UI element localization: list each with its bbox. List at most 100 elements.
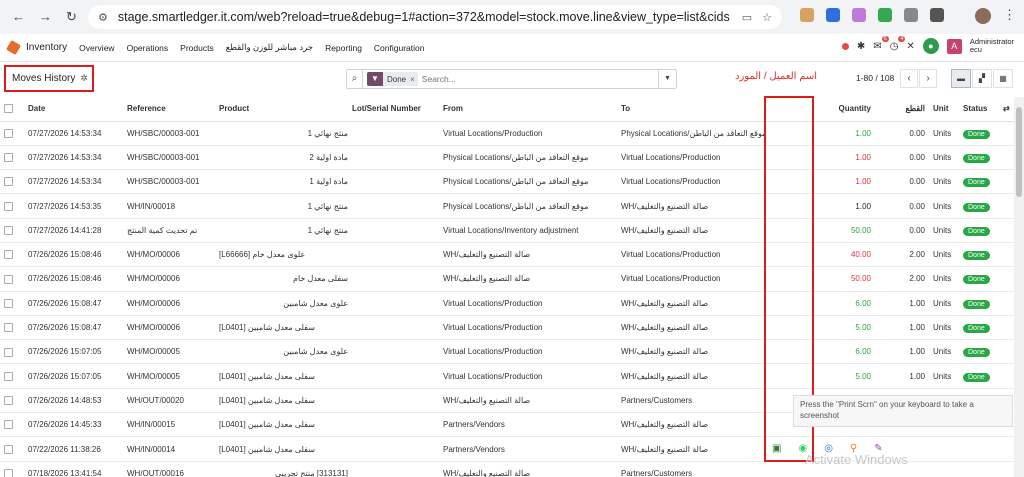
search-icon[interactable]: ⌕ — [347, 70, 363, 88]
kanban-view-icon[interactable]: ▞ — [972, 69, 992, 88]
cell-lot — [348, 121, 439, 146]
row-checkbox[interactable] — [0, 291, 24, 316]
col-product[interactable]: Product — [215, 97, 348, 122]
user-menu[interactable]: Administrator ecu — [970, 38, 1014, 54]
cell-from: Physical Locations/موقع التعاقد من الباط… — [439, 145, 617, 171]
url-text[interactable]: stage.smartledger.it.com/web?reload=true… — [118, 10, 730, 24]
col-from[interactable]: From — [439, 97, 617, 122]
table-row[interactable]: 07/26/2026 15:08:46 WH/MO/00006 سفلى معدل … — [0, 266, 1014, 292]
table-row[interactable]: 07/26/2026 15:08:47 WH/MO/00006 [L0401] سف… — [0, 315, 1014, 341]
cell-spacer — [999, 169, 1014, 195]
pivot-view-icon[interactable]: ▦ — [993, 69, 1013, 88]
filter-facet[interactable]: ▼ Done × — [367, 72, 418, 86]
cell-spacer — [999, 315, 1014, 341]
table-row[interactable]: 07/27/2026 14:53:34 WH/SBC/00003-001 مادة … — [0, 169, 1014, 195]
row-checkbox[interactable] — [0, 145, 24, 171]
cell-lot — [348, 436, 439, 462]
app-name[interactable]: Inventory — [26, 42, 67, 53]
row-checkbox[interactable] — [0, 266, 24, 292]
cell-date: 07/26/2026 15:07:05 — [24, 363, 123, 389]
debug-indicator[interactable] — [841, 42, 849, 50]
cell-product: [L0401] سفلى معدل شامبين — [215, 436, 348, 462]
row-checkbox[interactable] — [0, 315, 24, 341]
row-checkbox[interactable] — [0, 242, 24, 268]
sidebar-icon[interactable] — [930, 8, 944, 22]
extensions-puzzle-icon[interactable] — [904, 8, 918, 22]
table-row[interactable]: 07/27/2026 14:41:28 تم تحديث كمية المنتج م… — [0, 218, 1014, 243]
col-status[interactable]: Status — [959, 97, 999, 122]
table-row[interactable]: 07/27/2026 14:53:34 WH/SBC/00003-001 منتج … — [0, 121, 1014, 146]
scrollbar-thumb[interactable] — [1016, 107, 1022, 197]
browser-menu-icon[interactable]: ⋮ — [1003, 7, 1016, 23]
cell-product: سفلى معدل خام — [215, 266, 348, 292]
list-view-icon[interactable]: ▬ — [951, 69, 971, 88]
row-checkbox[interactable] — [0, 436, 24, 462]
user-avatar[interactable]: A — [946, 38, 962, 54]
row-checkbox[interactable] — [0, 363, 24, 389]
menu-reporting[interactable]: Reporting — [325, 43, 362, 53]
optional-columns-icon[interactable]: ⇄ — [999, 97, 1014, 122]
cell-product: مادة اولية 2 — [215, 145, 348, 171]
col-lot[interactable]: Lot/Serial Number — [348, 97, 439, 122]
gear-icon[interactable]: ✲ — [80, 73, 88, 84]
extension-icon[interactable] — [852, 8, 866, 22]
scrollbar[interactable] — [1014, 97, 1024, 477]
row-checkbox[interactable] — [0, 193, 24, 219]
search-bar: ⌕ ▼ Done × ▼ — [346, 69, 677, 89]
cell-quantity: 1.00 — [807, 121, 875, 146]
cell-quantity: 40.00 — [807, 242, 875, 268]
table-row[interactable]: 07/26/2026 15:07:05 WH/MO/00005 علوى معدل … — [0, 339, 1014, 365]
search-input[interactable] — [421, 74, 652, 84]
menu-configuration[interactable]: Configuration — [374, 43, 425, 53]
reload-icon[interactable]: ↻ — [66, 9, 77, 25]
profile-avatar[interactable] — [975, 8, 991, 24]
cell-reference: WH/IN/00015 — [123, 412, 215, 438]
select-all-checkbox[interactable] — [0, 97, 24, 122]
table-row[interactable]: 07/26/2026 15:08:47 WH/MO/00006 علوى معدل … — [0, 291, 1014, 316]
col-reference[interactable]: Reference — [123, 97, 215, 122]
chat-icon[interactable]: ✉ 6 — [873, 35, 889, 52]
back-icon[interactable]: ← — [12, 9, 25, 25]
col-cut[interactable]: القطع — [875, 97, 929, 122]
pager-next-button[interactable]: › — [919, 69, 937, 88]
address-bar[interactable]: ⚙ stage.smartledger.it.com/web?reload=tr… — [88, 5, 782, 29]
bug-icon[interactable]: ✱ — [857, 41, 865, 52]
menu-weight-count[interactable]: جرد مباشر للوزن والقطع — [226, 42, 313, 53]
site-info-icon[interactable]: ⚙ — [98, 11, 108, 24]
pager-previous-button[interactable]: ‹ — [900, 69, 918, 88]
col-date[interactable]: Date — [24, 97, 123, 122]
forward-icon[interactable]: → — [39, 9, 52, 25]
cell-date: 07/26/2026 15:08:47 — [24, 315, 123, 341]
col-unit[interactable]: Unit — [929, 97, 959, 122]
extension-icon[interactable] — [826, 8, 840, 22]
remove-facet-icon[interactable]: × — [410, 75, 418, 84]
table-header: Date Reference Product Lot/Serial Number… — [0, 97, 1014, 122]
col-quantity[interactable]: Quantity — [807, 97, 875, 122]
row-checkbox[interactable] — [0, 169, 24, 195]
row-checkbox[interactable] — [0, 412, 24, 438]
cell-from: Partners/Vendors — [439, 412, 617, 438]
search-options-toggle-icon[interactable]: ▼ — [658, 70, 676, 88]
extension-icon[interactable] — [800, 8, 814, 22]
bookmark-star-icon[interactable]: ☆ — [762, 11, 772, 24]
cast-icon[interactable]: ▭ — [742, 11, 752, 24]
table-row[interactable]: 07/27/2026 14:53:34 WH/SBC/00003-001 مادة … — [0, 145, 1014, 171]
microphone-icon[interactable]: ● — [922, 38, 939, 54]
extension-icon[interactable] — [878, 8, 892, 22]
menu-overview[interactable]: Overview — [79, 43, 114, 53]
row-checkbox[interactable] — [0, 218, 24, 243]
activity-clock-icon[interactable]: ◷ 4 — [890, 35, 906, 52]
app-logo-icon[interactable] — [5, 39, 22, 56]
clipboard-icon[interactable]: ▣ — [772, 443, 781, 454]
row-checkbox[interactable] — [0, 339, 24, 365]
menu-operations[interactable]: Operations — [127, 43, 169, 53]
row-checkbox[interactable] — [0, 121, 24, 146]
menu-products[interactable]: Products — [180, 43, 214, 53]
settings-icon[interactable]: ✕ — [906, 41, 914, 52]
row-checkbox[interactable] — [0, 388, 24, 414]
table-row[interactable]: 07/27/2026 14:53:35 WH/IN/00018 منتج نهائي… — [0, 193, 1014, 219]
table-row[interactable]: 07/26/2026 15:07:05 WH/MO/00005 [L0401] سف… — [0, 363, 1014, 389]
pager-value[interactable]: 1-80 / 108 — [856, 73, 894, 83]
row-checkbox[interactable] — [0, 461, 24, 477]
table-row[interactable]: 07/26/2026 15:08:46 WH/MO/00006 [L66666] ع… — [0, 242, 1014, 268]
